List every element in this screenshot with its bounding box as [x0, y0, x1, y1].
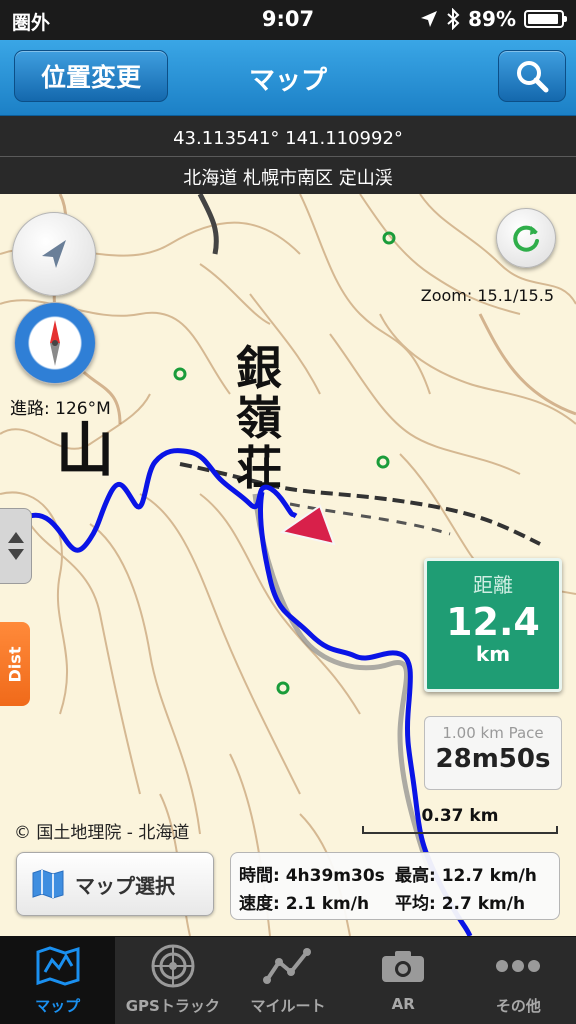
- scale-bar: 0.37 km: [362, 804, 558, 834]
- battery-icon: [524, 10, 567, 28]
- pace-label: 1.00 km Pace: [442, 724, 544, 742]
- map-label-mountain: 山: [56, 416, 114, 484]
- arrow-down-icon: [7, 549, 24, 560]
- change-location-button[interactable]: 位置変更: [14, 50, 168, 102]
- search-button[interactable]: [498, 50, 566, 102]
- location-arrow-icon: [42, 240, 66, 268]
- pace-value: 28m50s: [435, 744, 551, 774]
- max-speed: 最高: 12.7 km/h: [395, 865, 537, 886]
- tab-my-route-label: マイルート: [250, 997, 326, 1015]
- stats-panel: 時間: 4h39m30s 最高: 12.7 km/h 速度: 2.1 km/h …: [230, 852, 560, 920]
- pace-panel: 1.00 km Pace 28m50s: [424, 716, 562, 790]
- dist-tab-label: Dist: [5, 646, 25, 682]
- course-readout: 進路: 126°M: [10, 399, 111, 419]
- road-segment: [197, 194, 219, 255]
- search-icon: [517, 61, 549, 93]
- arrow-up-icon: [7, 532, 24, 543]
- dist-tab[interactable]: Dist: [0, 622, 30, 706]
- location-info-bar: 43.113541° 141.110992° 北海道 札幌市南区 定山渓: [0, 116, 576, 194]
- bluetooth-icon: [447, 8, 460, 30]
- map-label-place-3: 荘: [236, 441, 282, 495]
- more-icon: [496, 960, 541, 972]
- distance-unit: km: [475, 642, 511, 666]
- elapsed-time: 時間: 4h39m30s: [239, 865, 385, 886]
- distance-panel: 距離 12.4 km: [424, 558, 562, 692]
- map-select-button[interactable]: マップ選択: [16, 852, 214, 916]
- tab-map-label: マップ: [35, 997, 81, 1015]
- current-speed: 速度: 2.1 km/h: [239, 893, 370, 914]
- coordinates-readout: 43.113541° 141.110992°: [173, 128, 403, 149]
- compass-icon: [30, 318, 80, 368]
- tab-other-label: その他: [495, 997, 541, 1015]
- current-location-button[interactable]: [12, 212, 96, 296]
- route-icon: [263, 948, 311, 984]
- distance-value: 12.4: [446, 600, 540, 644]
- map-select-label: マップ選択: [75, 873, 175, 898]
- refresh-icon: [513, 225, 539, 252]
- battery-percent: 89%: [468, 7, 516, 31]
- tab-gps-track-label: GPSトラック: [125, 997, 220, 1015]
- tab-bar: マップ GPSトラック マイルート AR その他: [0, 936, 576, 1024]
- scale-line: [362, 826, 558, 834]
- navigation-bar: 位置変更 マップ: [0, 40, 576, 116]
- distance-title: 距離: [473, 573, 513, 597]
- tab-ar-label: AR: [391, 995, 415, 1013]
- map-copyright: © 国土地理院 - 北海道: [14, 823, 190, 843]
- map-icon: [32, 869, 64, 899]
- tab-map[interactable]: マップ: [0, 937, 116, 1024]
- panel-toggle-arrows[interactable]: [0, 508, 32, 584]
- tab-other[interactable]: その他: [461, 937, 576, 1024]
- location-arrow-icon: [421, 11, 438, 27]
- map-label-place-1: 銀: [236, 341, 282, 395]
- map-icon: [36, 946, 80, 986]
- average-speed: 平均: 2.7 km/h: [395, 893, 526, 914]
- scale-label: 0.37 km: [421, 806, 499, 826]
- map-view[interactable]: 山 銀 嶺 荘 進路: 126°M Zoom: 15.1/15.5 Dist 距…: [0, 194, 576, 936]
- zoom-readout: Zoom: 15.1/15.5: [420, 286, 554, 305]
- tab-ar[interactable]: AR: [346, 937, 461, 1024]
- address-readout: 北海道 札幌市南区 定山渓: [183, 168, 393, 189]
- map-label-place-2: 嶺: [236, 391, 282, 445]
- status-bar: 圏外 9:07 89%: [0, 0, 576, 40]
- refresh-button[interactable]: [496, 208, 556, 268]
- tab-gps-track[interactable]: GPSトラック: [115, 937, 230, 1024]
- camera-icon: [382, 951, 425, 982]
- divider: [0, 156, 576, 157]
- tab-my-route[interactable]: マイルート: [230, 937, 345, 1024]
- radar-icon: [151, 944, 195, 988]
- status-right: 89%: [420, 7, 567, 31]
- compass-button[interactable]: [14, 302, 96, 384]
